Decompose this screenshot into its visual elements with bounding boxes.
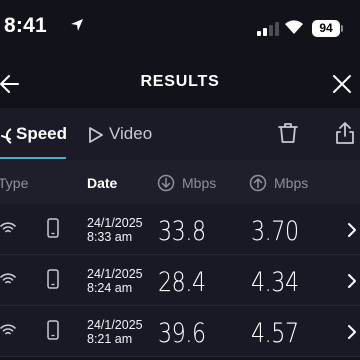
share-icon[interactable]	[334, 121, 356, 145]
result-date: 24/1/2025 8:21 am	[87, 318, 143, 346]
wifi-icon	[0, 273, 16, 284]
tab-speed-label: Speed	[16, 124, 68, 143]
battery-tip	[341, 25, 343, 32]
wifi-icon	[0, 324, 16, 335]
phone-icon	[47, 320, 59, 340]
column-date[interactable]: Date	[87, 175, 117, 191]
speed-gauge-icon	[1, 128, 12, 144]
result-date: 24/1/2025 8:33 am	[87, 216, 143, 244]
trash-icon[interactable]	[278, 122, 298, 144]
result-date: 24/1/2025 8:24 am	[87, 267, 143, 295]
tab-video-label: Video	[109, 124, 153, 143]
result-download: 28.4	[158, 267, 206, 298]
chevron-right-icon[interactable]	[346, 273, 358, 289]
battery-icon: 94	[312, 20, 340, 37]
status-bar: 8:41 94	[0, 0, 360, 60]
status-time: 8:41	[4, 14, 47, 37]
result-upload: 3.70	[251, 216, 299, 247]
close-icon[interactable]	[332, 74, 352, 94]
page-title: RESULTS	[140, 73, 220, 90]
chevron-right-icon[interactable]	[346, 324, 358, 340]
signal-icon	[257, 22, 279, 36]
result-download: 39.6	[158, 318, 206, 349]
chevron-right-icon[interactable]	[346, 222, 358, 238]
result-download: 33.8	[158, 216, 206, 247]
result-upload: 4.34	[251, 267, 299, 298]
download-icon	[157, 174, 175, 192]
tab-bar: Speed Video	[0, 108, 360, 160]
column-download-unit[interactable]: Mbps	[182, 175, 216, 191]
result-row[interactable]: 24/1/2025 8:24 am 28.4 4.34	[0, 255, 360, 306]
phone-icon	[47, 218, 59, 238]
column-upload-unit[interactable]: Mbps	[274, 175, 308, 191]
result-row[interactable]: 24/1/2025 8:33 am 33.8 3.70	[0, 204, 360, 255]
column-type[interactable]: Type	[0, 175, 28, 191]
wifi-icon	[0, 222, 16, 233]
wifi-icon	[285, 20, 303, 34]
location-arrow-icon	[71, 19, 83, 31]
column-header: Type Date Mbps Mbps	[0, 160, 360, 204]
result-row[interactable]: 24/1/2025 8:21 am 39.6 4.57	[0, 306, 360, 357]
play-icon	[89, 127, 103, 143]
header: RESULTS	[0, 60, 360, 108]
upload-icon	[249, 174, 267, 192]
result-upload: 4.57	[251, 318, 299, 349]
phone-icon	[47, 269, 59, 289]
active-tab-indicator	[0, 157, 66, 159]
